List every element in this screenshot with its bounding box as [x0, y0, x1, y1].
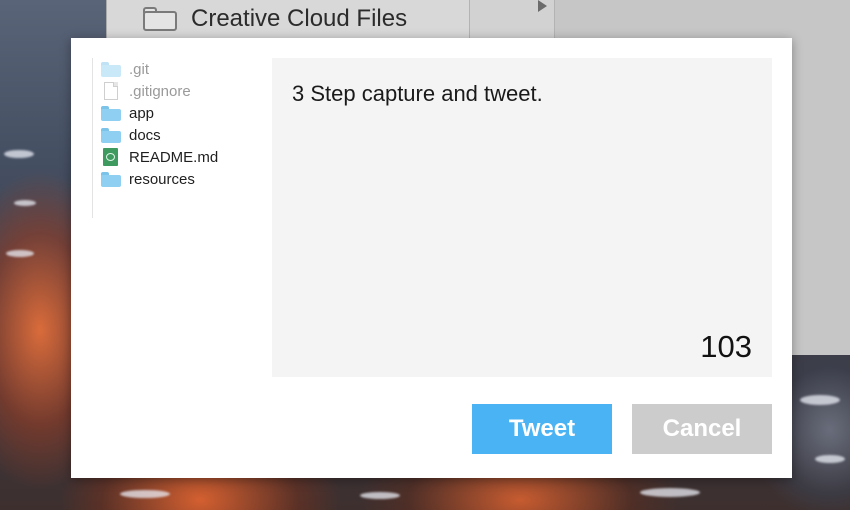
file-tree-item-readme[interactable]: README.md	[101, 146, 218, 168]
file-tree-item-label: .git	[129, 60, 150, 78]
folder-icon	[101, 104, 121, 122]
finder-sidebar-item-label: Creative Cloud Files	[191, 5, 408, 32]
tweet-composer[interactable]: 3 Step capture and tweet. 103	[272, 58, 772, 377]
file-tree-item-docs[interactable]: docs	[101, 124, 161, 146]
file-tree: .git .gitignore app docs README.md resou…	[92, 58, 268, 218]
file-tree-item-label: resources	[129, 170, 195, 188]
finder-sidebar-item[interactable]: Creative Cloud Files	[107, 0, 470, 38]
file-tree-item-git[interactable]: .git	[101, 58, 149, 80]
folder-icon	[101, 60, 121, 78]
file-tree-item-gitignore[interactable]: .gitignore	[101, 80, 191, 102]
file-tree-item-label: README.md	[129, 148, 219, 166]
file-tree-item-label: .gitignore	[129, 82, 191, 100]
tweet-dialog: .git .gitignore app docs README.md resou…	[71, 38, 792, 478]
markdown-file-icon	[101, 148, 121, 166]
folder-icon	[101, 126, 121, 144]
file-tree-item-resources[interactable]: resources	[101, 168, 195, 190]
folder-icon	[101, 170, 121, 188]
character-count: 103	[700, 329, 752, 364]
file-tree-item-label: app	[129, 104, 155, 122]
cancel-button[interactable]: Cancel	[632, 404, 772, 454]
disclosure-arrow-icon[interactable]	[538, 0, 547, 12]
tweet-text-input[interactable]: 3 Step capture and tweet.	[292, 81, 543, 107]
file-tree-item-label: docs	[129, 126, 161, 144]
file-tree-item-app[interactable]: app	[101, 102, 154, 124]
document-icon	[101, 82, 121, 100]
tweet-button[interactable]: Tweet	[472, 404, 612, 454]
folder-icon	[143, 7, 177, 31]
